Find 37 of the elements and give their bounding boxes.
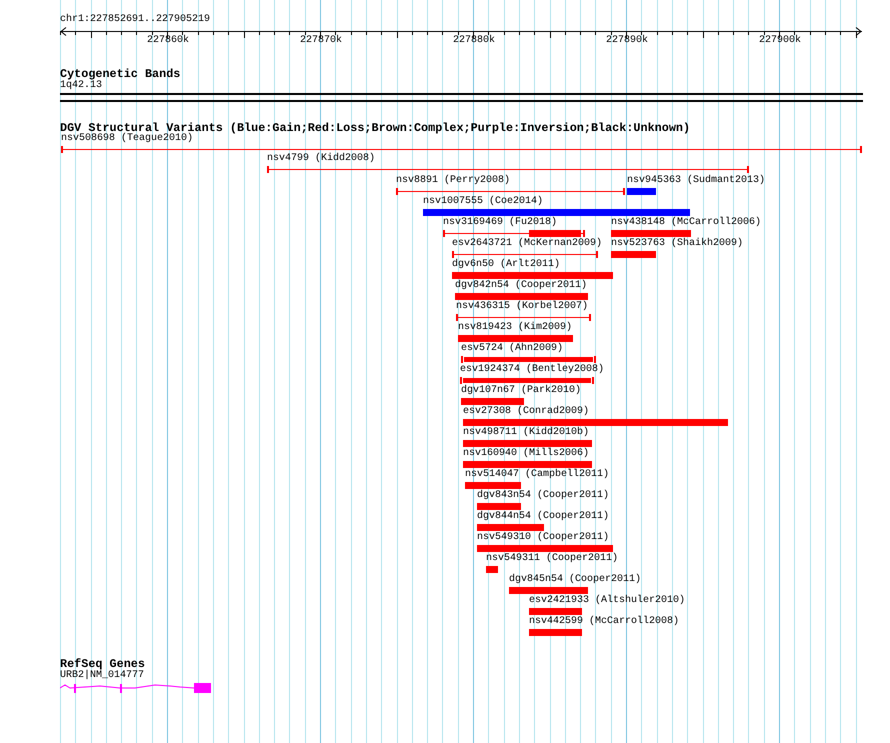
variant-label: dgv842n54 (Cooper2011) xyxy=(455,280,588,292)
band-label: 1q42.13 xyxy=(60,80,102,92)
variant-label: nsv3169469 (Fu2018) xyxy=(443,217,558,229)
variant-label: nsv549311 (Cooper2011) xyxy=(486,553,618,565)
variant-label: nsv438148 (McCarroll2006) xyxy=(611,217,762,229)
track-title: RefSeq Genes xyxy=(60,657,145,671)
position-label: chr1:227852691..227905219 xyxy=(60,14,210,26)
variant-label: nsv436315 (Korbel2007) xyxy=(456,301,588,313)
variant-label: nsv514047 (Campbell2011) xyxy=(465,469,610,481)
variant-label: nsv442599 (McCarroll2008) xyxy=(529,616,680,628)
ruler-tick-label: 227890k xyxy=(606,35,648,47)
ruler-tick-label: 227880k xyxy=(453,35,496,47)
variant-label: nsv1007555 (Coe2014) xyxy=(423,196,544,208)
variant-label: nsv498711 (Kidd2010b) xyxy=(463,427,590,439)
variant-label: esv2421933 (Altshuler2010) xyxy=(529,595,686,607)
ruler-tick-label: 227870k xyxy=(300,35,342,47)
variant-label: esv1924374 (Bentley2008) xyxy=(460,364,604,376)
variant-label: dgv845n54 (Cooper2011) xyxy=(509,574,642,586)
variant-label: dgv6n50 (Arlt2011) xyxy=(452,259,560,271)
variant-label: dgv107n67 (Park2010) xyxy=(461,385,582,397)
variant-label: nsv8891 (Perry2008) xyxy=(396,175,510,187)
variant-label: nsv549310 (Cooper2011) xyxy=(477,532,610,544)
ruler-tick-label: 227860k xyxy=(147,35,190,47)
variant-label: nsv4799 (Kidd2008) xyxy=(267,153,376,165)
variant-label: nsv160940 (Mills2006) xyxy=(463,448,590,460)
gene-label: URB2|NM_014777 xyxy=(60,670,144,682)
variant-label: nsv508698 (Teague2010) xyxy=(61,133,194,145)
variant-label: esv2643721 (McKernan2009) xyxy=(452,238,602,250)
track-title: Cytogenetic Bands xyxy=(60,67,180,81)
variant-label: dgv844n54 (Cooper2011) xyxy=(477,511,610,523)
variant-label: dgv843n54 (Cooper2011) xyxy=(477,490,610,502)
ruler-tick-label: 227900k xyxy=(759,35,802,47)
variant-label: esv5724 (Ahn2009) xyxy=(461,343,564,355)
variant-label: nsv945363 (Sudmant2013) xyxy=(627,175,766,187)
variant-label: nsv819423 (Kim2009) xyxy=(458,322,572,334)
variant-label: esv27308 (Conrad2009) xyxy=(463,406,590,418)
variant-label: nsv523763 (Shaikh2009) xyxy=(611,238,744,250)
